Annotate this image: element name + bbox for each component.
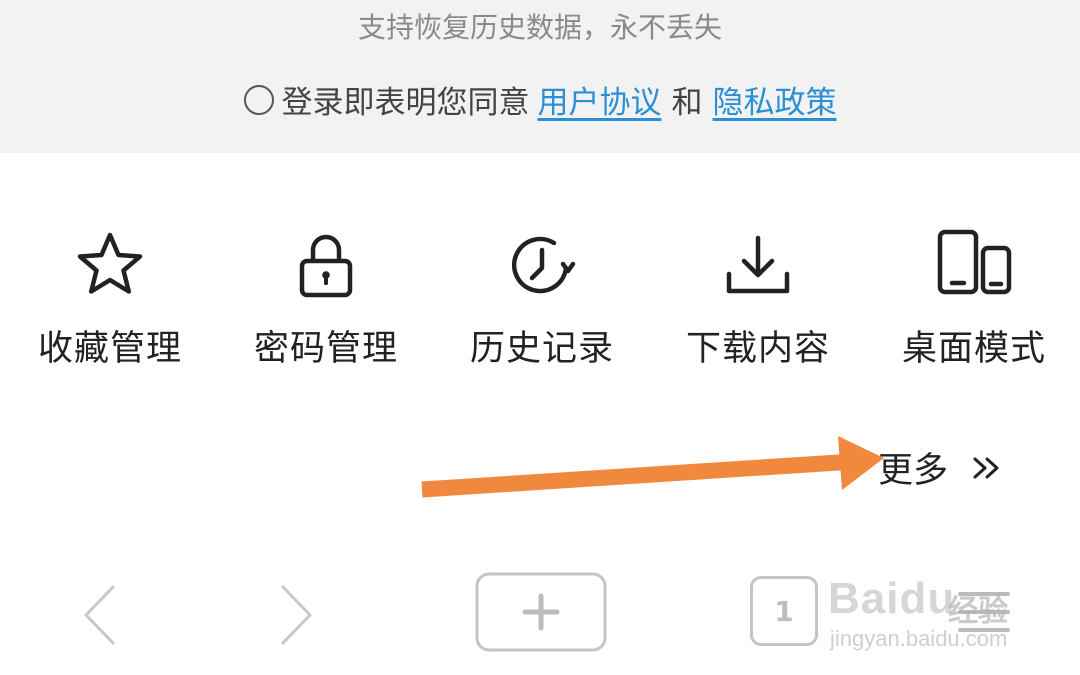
menu-item-history[interactable]: 历史记录: [442, 222, 642, 372]
login-panel: 支持恢复历史数据，永不丢失 登录即表明您同意 用户协议 和 隐私政策: [0, 0, 1080, 153]
user-agreement-link[interactable]: 用户协议: [538, 77, 662, 122]
add-tab-icon[interactable]: [475, 572, 607, 652]
forward-icon[interactable]: [278, 584, 314, 646]
watermark-cn: 经验: [948, 594, 1008, 629]
history-clock-icon: [511, 236, 576, 294]
agree-radio[interactable]: [243, 84, 274, 115]
desktop-mode-icon: [937, 229, 1012, 295]
menu-item-desktop-mode[interactable]: 桌面模式: [874, 222, 1074, 372]
agreement-row: 登录即表明您同意 用户协议 和 隐私政策: [0, 77, 1080, 122]
menu-label: 密码管理: [253, 329, 398, 369]
menu-label: 历史记录: [469, 329, 614, 369]
star-icon: [77, 232, 143, 294]
backup-note: 支持恢复历史数据，永不丢失: [357, 11, 722, 44]
tab-count: 1: [774, 594, 794, 628]
double-chevron-right-icon: [973, 457, 999, 478]
back-icon[interactable]: [82, 584, 118, 646]
more-label: 更多: [878, 451, 949, 491]
quick-menu: 收藏管理 密码管理 历史记录 下载内容 桌面模式: [0, 222, 1080, 372]
watermark-brand: Baidu: [828, 574, 956, 623]
more-button[interactable]: 更多: [878, 442, 1004, 493]
watermark: Baidu 经验 jingyan.baidu.com: [828, 566, 1028, 662]
menu-item-bookmarks[interactable]: 收藏管理: [10, 222, 210, 372]
menu-item-downloads[interactable]: 下载内容: [658, 222, 858, 372]
menu-label: 桌面模式: [901, 329, 1046, 369]
and-text: 和: [671, 85, 703, 121]
agreement-text: 登录即表明您同意: [281, 85, 530, 121]
menu-label: 收藏管理: [37, 329, 182, 369]
menu-label: 下载内容: [685, 329, 830, 369]
privacy-policy-link[interactable]: 隐私政策: [713, 77, 837, 122]
menu-item-passwords[interactable]: 密码管理: [226, 222, 426, 372]
download-icon: [726, 235, 790, 294]
tab-count-button[interactable]: 1: [750, 576, 818, 646]
lock-icon: [299, 234, 353, 298]
watermark-url: jingyan.baidu.com: [830, 626, 1008, 651]
